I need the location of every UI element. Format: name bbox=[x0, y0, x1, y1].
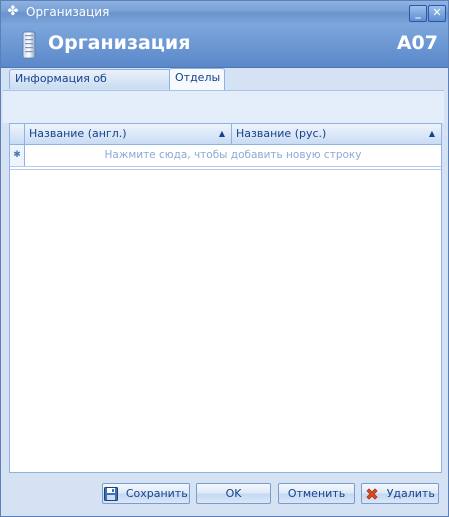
new-row-indicator-icon: ✱ bbox=[10, 145, 25, 166]
window-title: Организация bbox=[26, 5, 110, 19]
grid-divider bbox=[10, 169, 441, 170]
sort-asc-icon: ▲ bbox=[428, 129, 435, 138]
grid-header: Название (англ.) ▲ Название (рус.) ▲ bbox=[10, 124, 441, 145]
cancel-label: Отменить bbox=[287, 487, 346, 500]
minimize-icon: _ bbox=[415, 6, 421, 19]
row-indicator-header bbox=[10, 124, 25, 144]
sort-asc-icon: ▲ bbox=[218, 129, 225, 138]
close-icon: ✕ bbox=[432, 6, 442, 19]
building-icon bbox=[22, 31, 36, 59]
new-row[interactable]: ✱ Нажмите сюда, чтобы добавить новую стр… bbox=[10, 145, 441, 167]
close-button[interactable]: ✕ bbox=[428, 5, 446, 22]
page-title: Организация bbox=[48, 32, 191, 54]
header-band: Организация A07 bbox=[1, 23, 448, 68]
tab-departments[interactable]: Отделы bbox=[169, 68, 225, 90]
delete-button[interactable]: Удалить bbox=[361, 483, 439, 504]
column-header-name-en[interactable]: Название (англ.) ▲ bbox=[25, 124, 232, 144]
tab-strip: Информация об организации Отделы bbox=[1, 68, 448, 103]
departments-grid[interactable]: Название (англ.) ▲ Название (рус.) ▲ ✱ Н… bbox=[9, 123, 442, 473]
save-icon bbox=[104, 487, 119, 501]
save-label: Сохранить bbox=[125, 487, 188, 500]
column-header-label: Название (англ.) bbox=[29, 127, 127, 140]
window: ✤ Организация _ ✕ Организация A07 Информ… bbox=[0, 0, 449, 517]
app-icon: ✤ bbox=[7, 4, 19, 19]
minimize-button[interactable]: _ bbox=[409, 5, 427, 22]
tab-organization-info[interactable]: Информация об организации bbox=[9, 69, 176, 103]
delete-icon bbox=[366, 488, 378, 500]
column-header-name-ru[interactable]: Название (рус.) ▲ bbox=[232, 124, 441, 144]
title-bar[interactable]: ✤ Организация _ ✕ bbox=[1, 1, 448, 23]
ok-button[interactable]: OK bbox=[196, 483, 271, 504]
button-bar: Сохранить OK Отменить Удалить bbox=[1, 477, 448, 516]
column-header-label: Название (рус.) bbox=[236, 127, 327, 140]
new-row-placeholder[interactable]: Нажмите сюда, чтобы добавить новую строк… bbox=[25, 145, 441, 166]
delete-label: Удалить bbox=[386, 487, 435, 500]
cancel-button[interactable]: Отменить bbox=[278, 483, 355, 504]
ok-label: OK bbox=[225, 487, 242, 500]
organization-code: A07 bbox=[396, 32, 438, 54]
tab-toolbar-area bbox=[3, 90, 444, 123]
save-button[interactable]: Сохранить bbox=[102, 483, 190, 504]
